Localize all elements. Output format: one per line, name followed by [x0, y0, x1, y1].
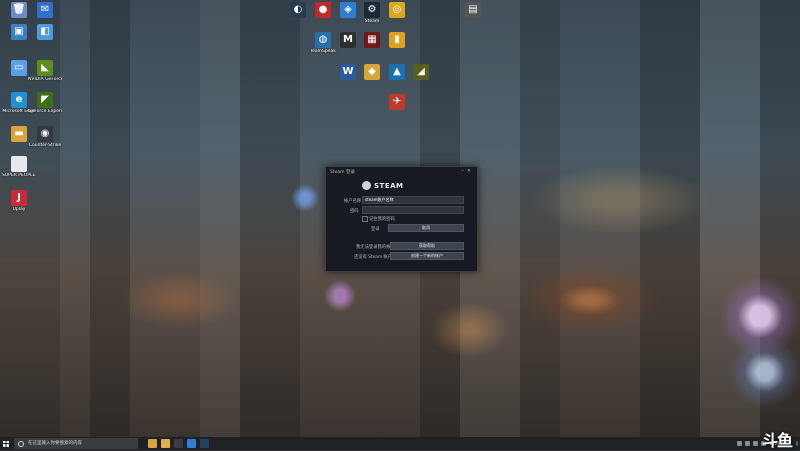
desktop-app-icon: ◧ [37, 24, 53, 40]
account-name-input[interactable]: steam账户名称 [362, 196, 464, 204]
taskbar-obs-icon[interactable] [174, 439, 183, 448]
close-icon[interactable]: ✕ [467, 168, 474, 174]
steam-logo: STEAM [362, 181, 403, 190]
steam-login-window: Steam 登录 –✕ STEAM 帐户名称 steam账户名称 密码 记住我的… [325, 166, 478, 272]
nvidia-icon: ◣ [37, 60, 53, 76]
computer-icon: ▭ [11, 60, 27, 76]
recycle-bin-icon: 🗑 [11, 2, 27, 18]
desktop-shortcut[interactable]: ✈ [380, 94, 414, 111]
taskbar: 在这里输入你要搜索的内容 2021/12/6 [0, 437, 800, 450]
get-help-button[interactable]: 获取帮助 [390, 242, 464, 250]
desktop-shortcut[interactable]: ◉ Counter-Strike [28, 126, 62, 148]
desktop-shortcut-label: GeForce Experience [28, 109, 62, 114]
app-icon-top-1: ◐ [290, 2, 306, 18]
desktop-shortcut-label: TeamSpeak [310, 49, 336, 54]
pinned-app-icon: ✉ [37, 2, 53, 18]
steam-window-title: Steam 登录 [330, 170, 355, 175]
file-icon [11, 156, 27, 172]
app-icon-row3-4: ◢ [413, 64, 429, 80]
desktop-shortcut[interactable]: SUPER PEOPLE CBT [2, 156, 36, 178]
steam-desktop-icon: ⚙ [364, 2, 380, 18]
desktop-shortcut[interactable]: J Uplay [2, 190, 36, 212]
edge-icon: e [11, 92, 27, 108]
steam-titlebar[interactable]: Steam 登录 –✕ [326, 167, 477, 177]
taskbar-search-box[interactable]: 在这里输入你要搜索的内容 [14, 438, 138, 449]
app-icon-top-6: ▤ [465, 2, 481, 18]
login-label: 登录 [371, 227, 380, 232]
douyu-watermark: 斗鱼 [761, 431, 793, 450]
desktop-shortcut-label: Counter-Strike [28, 143, 62, 148]
taskbar-folder-icon[interactable] [161, 439, 170, 448]
csgo-icon: ◉ [37, 126, 53, 142]
steam-logo-icon [362, 181, 371, 190]
password-input[interactable] [362, 206, 464, 214]
app-icon-top-5: ◎ [389, 2, 405, 18]
taskbar-app-icon[interactable] [187, 439, 196, 448]
remember-password-label: 记住我的密码 [369, 217, 395, 222]
start-button[interactable] [0, 437, 12, 450]
account-name-label: 帐户名称 [344, 199, 362, 204]
app-icon-top-2: ● [315, 2, 331, 18]
remember-password-checkbox[interactable] [362, 216, 368, 222]
tray-chevron-icon[interactable] [737, 441, 743, 446]
wow-icon: W [340, 64, 356, 80]
shortcut-icon: ✈ [389, 94, 405, 110]
app-icon-row2-4: ▮ [389, 32, 405, 48]
desktop-shortcut[interactable]: ▮ [380, 32, 414, 49]
taskbar-file-explorer-icon[interactable] [148, 439, 157, 448]
app-icon-row3-2: ◆ [364, 64, 380, 80]
tray-volume-icon[interactable] [753, 441, 759, 446]
desktop-shortcut-label: SUPER PEOPLE CBT [2, 173, 36, 178]
password-label: 密码 [350, 209, 359, 214]
desktop-shortcut[interactable]: ▤ [456, 2, 490, 19]
teamspeak-icon: ◍ [315, 32, 331, 48]
desktop-shortcut[interactable]: ◎ [380, 2, 414, 19]
search-icon [18, 441, 24, 447]
login-button[interactable]: 取消 [388, 224, 464, 232]
windows-icon [3, 440, 9, 447]
desktop-shortcut[interactable]: ✉ [28, 2, 62, 19]
window-controls: –✕ [461, 168, 474, 174]
create-account-button[interactable]: 创建一个新的帐户 [390, 252, 464, 260]
app-icon-row2-3: ▦ [364, 32, 380, 48]
desktop-app-icon: ▣ [11, 24, 27, 40]
search-placeholder: 在这里输入你要搜索的内容 [28, 441, 82, 446]
desktop-shortcut[interactable]: ◤GeForce Experience [28, 92, 62, 114]
steam-logo-text: STEAM [374, 181, 404, 190]
mw-icon: M [340, 32, 356, 48]
desktop-shortcut-label: NVIDIA GeForce... [28, 77, 62, 82]
desktop-shortcut[interactable]: ◣NVIDIA GeForce... [28, 60, 62, 82]
show-desktop-button[interactable] [796, 441, 798, 446]
desktop-shortcut-label: Steam [364, 19, 380, 24]
desktop-shortcut[interactable]: ◢ [404, 64, 438, 81]
app-icon-row3-3: ▲ [389, 64, 405, 80]
app-icon-top-3: ◈ [340, 2, 356, 18]
folder-icon: ▬ [11, 126, 27, 142]
tray-network-icon[interactable] [745, 441, 751, 446]
app-icon-red: J [11, 190, 27, 206]
desktop-shortcut[interactable]: ◧ [28, 24, 62, 41]
taskbar-steam-icon[interactable] [200, 439, 209, 448]
desktop-shortcut-label: Uplay [12, 207, 26, 212]
geforce-icon: ◤ [37, 92, 53, 108]
